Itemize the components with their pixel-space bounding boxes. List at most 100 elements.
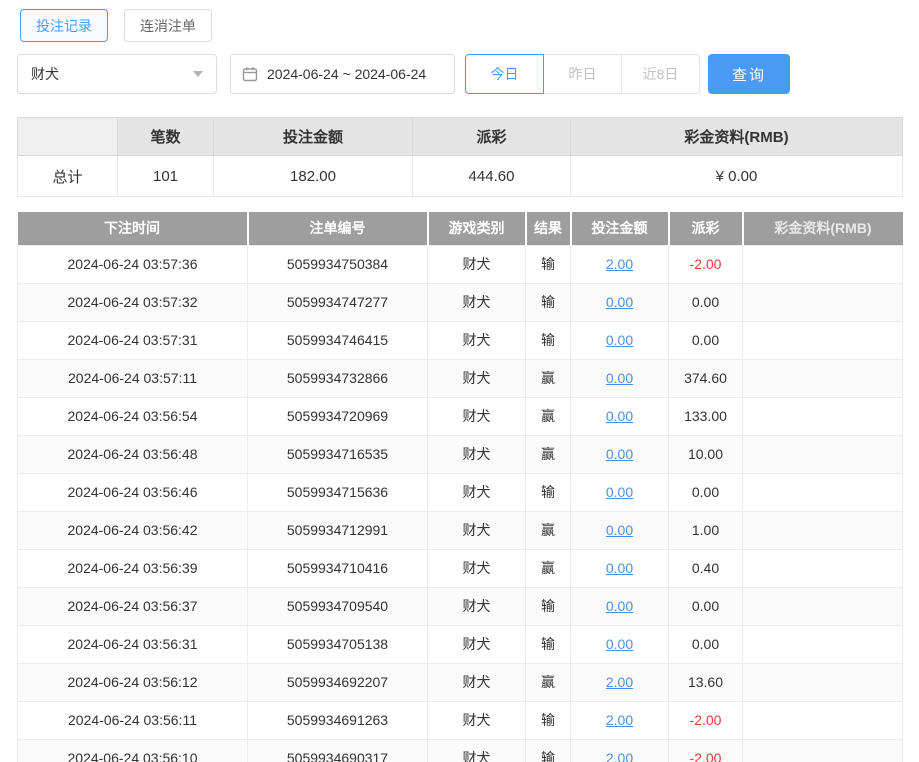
- bonus-cell: [743, 663, 903, 701]
- search-button[interactable]: 查询: [708, 54, 790, 94]
- game-type-cell: 财犬: [428, 625, 526, 663]
- chevron-down-icon: [193, 71, 203, 77]
- bet-amount-cell: 0.00: [571, 435, 669, 473]
- bonus-cell: [743, 321, 903, 359]
- bet-amount-link[interactable]: 0.00: [606, 446, 633, 462]
- bet-records-table: 下注时间 注单编号 游戏类别 结果 投注金额 派彩 彩金资料(RMB) 2024…: [17, 212, 903, 762]
- bonus-cell: [743, 245, 903, 283]
- table-row: 2024-06-24 03:57:36 5059934750384 财犬 输 2…: [18, 245, 903, 283]
- summary-total-count: 101: [118, 156, 214, 197]
- bonus-cell: [743, 359, 903, 397]
- bet-time-cell: 2024-06-24 03:56:39: [18, 549, 248, 587]
- date-range-value: 2024-06-24 ~ 2024-06-24: [267, 66, 426, 82]
- result-cell: 赢: [526, 511, 571, 549]
- bet-time-cell: 2024-06-24 03:56:46: [18, 473, 248, 511]
- order-id-cell: 5059934715636: [248, 473, 428, 511]
- tab-cancelled-orders[interactable]: 连消注单: [124, 9, 212, 42]
- game-type-cell: 财犬: [428, 397, 526, 435]
- bet-amount-link[interactable]: 2.00: [606, 674, 633, 690]
- result-cell: 输: [526, 245, 571, 283]
- col-header-game-type: 游戏类别: [428, 212, 526, 245]
- payout-cell: -2.00: [669, 701, 743, 739]
- filter-row: 财犬 2024-06-24 ~ 2024-06-24 今日 昨日 近8日 查询: [17, 54, 902, 94]
- bonus-cell: [743, 701, 903, 739]
- order-id-cell: 5059934750384: [248, 245, 428, 283]
- order-id-cell: 5059934732866: [248, 359, 428, 397]
- date-range-input[interactable]: 2024-06-24 ~ 2024-06-24: [230, 54, 455, 94]
- table-row: 2024-06-24 03:56:42 5059934712991 财犬 赢 0…: [18, 511, 903, 549]
- bet-amount-link[interactable]: 2.00: [606, 750, 633, 762]
- bonus-cell: [743, 625, 903, 663]
- summary-total-label: 总计: [18, 156, 118, 197]
- bonus-cell: [743, 435, 903, 473]
- order-id-cell: 5059934720969: [248, 397, 428, 435]
- bet-time-cell: 2024-06-24 03:57:31: [18, 321, 248, 359]
- table-row: 2024-06-24 03:56:11 5059934691263 财犬 输 2…: [18, 701, 903, 739]
- col-header-payout: 派彩: [669, 212, 743, 245]
- bet-amount-cell: 2.00: [571, 701, 669, 739]
- bet-amount-link[interactable]: 0.00: [606, 370, 633, 386]
- order-id-cell: 5059934691263: [248, 701, 428, 739]
- game-type-cell: 财犬: [428, 663, 526, 701]
- order-id-cell: 5059934692207: [248, 663, 428, 701]
- bonus-cell: [743, 587, 903, 625]
- payout-cell: 13.60: [669, 663, 743, 701]
- game-type-cell: 财犬: [428, 587, 526, 625]
- summary-header-payout: 派彩: [413, 118, 571, 156]
- last-8-days-button[interactable]: 近8日: [621, 54, 700, 94]
- payout-cell: -2.00: [669, 245, 743, 283]
- payout-cell: 1.00: [669, 511, 743, 549]
- bet-amount-cell: 2.00: [571, 739, 669, 762]
- bet-amount-link[interactable]: 2.00: [606, 256, 633, 272]
- bet-time-cell: 2024-06-24 03:56:31: [18, 625, 248, 663]
- bet-time-cell: 2024-06-24 03:56:48: [18, 435, 248, 473]
- result-cell: 赢: [526, 435, 571, 473]
- col-header-result: 结果: [526, 212, 571, 245]
- bonus-cell: [743, 283, 903, 321]
- summary-total-payout: 444.60: [413, 156, 571, 197]
- bet-amount-link[interactable]: 0.00: [606, 408, 633, 424]
- bet-amount-cell: 2.00: [571, 245, 669, 283]
- bet-amount-link[interactable]: 0.00: [606, 522, 633, 538]
- col-header-bet-amount: 投注金额: [571, 212, 669, 245]
- result-cell: 赢: [526, 397, 571, 435]
- bet-time-cell: 2024-06-24 03:56:42: [18, 511, 248, 549]
- quick-date-button-group: 今日 昨日 近8日: [465, 54, 700, 94]
- game-type-cell: 财犬: [428, 359, 526, 397]
- table-row: 2024-06-24 03:56:48 5059934716535 财犬 赢 0…: [18, 435, 903, 473]
- table-row: 2024-06-24 03:56:37 5059934709540 财犬 输 0…: [18, 587, 903, 625]
- table-row: 2024-06-24 03:56:12 5059934692207 财犬 赢 2…: [18, 663, 903, 701]
- payout-cell: 0.00: [669, 321, 743, 359]
- tab-bet-records[interactable]: 投注记录: [20, 9, 108, 42]
- bet-amount-link[interactable]: 0.00: [606, 484, 633, 500]
- bet-amount-link[interactable]: 0.00: [606, 636, 633, 652]
- bonus-cell: [743, 473, 903, 511]
- table-row: 2024-06-24 03:57:11 5059934732866 财犬 赢 0…: [18, 359, 903, 397]
- yesterday-button[interactable]: 昨日: [543, 54, 622, 94]
- result-cell: 输: [526, 587, 571, 625]
- bet-amount-link[interactable]: 0.00: [606, 294, 633, 310]
- table-row: 2024-06-24 03:57:32 5059934747277 财犬 输 0…: [18, 283, 903, 321]
- bonus-cell: [743, 397, 903, 435]
- order-id-cell: 5059934712991: [248, 511, 428, 549]
- bet-time-cell: 2024-06-24 03:56:11: [18, 701, 248, 739]
- payout-cell: 0.00: [669, 473, 743, 511]
- bet-amount-link[interactable]: 2.00: [606, 712, 633, 728]
- summary-header-row: 笔数 投注金额 派彩 彩金资料(RMB): [18, 118, 903, 156]
- summary-total-row: 总计 101 182.00 444.60 ¥ 0.00: [18, 156, 903, 197]
- result-cell: 输: [526, 473, 571, 511]
- bet-time-cell: 2024-06-24 03:57:32: [18, 283, 248, 321]
- bet-amount-link[interactable]: 0.00: [606, 332, 633, 348]
- bet-amount-link[interactable]: 0.00: [606, 598, 633, 614]
- order-id-cell: 5059934746415: [248, 321, 428, 359]
- result-cell: 输: [526, 283, 571, 321]
- summary-header-bet-amount: 投注金额: [214, 118, 413, 156]
- summary-header-blank: [18, 118, 118, 156]
- table-row: 2024-06-24 03:56:31 5059934705138 财犬 输 0…: [18, 625, 903, 663]
- today-button[interactable]: 今日: [465, 54, 544, 94]
- result-cell: 输: [526, 625, 571, 663]
- game-select[interactable]: 财犬: [17, 54, 217, 94]
- payout-cell: 374.60: [669, 359, 743, 397]
- table-row: 2024-06-24 03:56:46 5059934715636 财犬 输 0…: [18, 473, 903, 511]
- bet-amount-link[interactable]: 0.00: [606, 560, 633, 576]
